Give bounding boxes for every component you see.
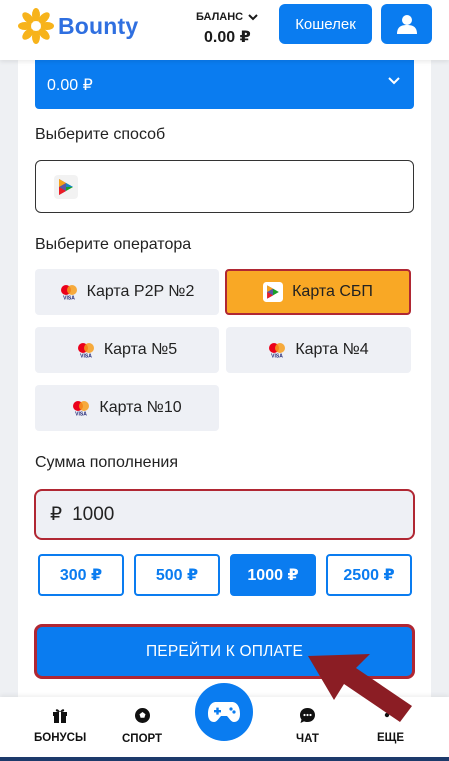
operator-label-text: Карта СБП	[292, 283, 373, 300]
nav-label: ЕЩЕ	[377, 732, 405, 744]
soccer-ball-icon	[134, 708, 150, 723]
gift-icon	[53, 709, 68, 723]
mastercard-visa-icon: VISA	[60, 285, 77, 301]
amount-select[interactable]: 0.00 ₽	[35, 60, 414, 109]
operator-label-text: Карта №5	[103, 341, 178, 358]
method-label: Выберите способ	[35, 126, 166, 143]
svg-text:VISA: VISA	[80, 354, 92, 359]
currency-symbol: ₽	[50, 504, 63, 525]
logo-text: Bounty	[58, 12, 139, 39]
sbp-icon	[263, 282, 284, 302]
operator-label-text: Карта №4	[295, 341, 369, 358]
svg-text:VISA: VISA	[63, 296, 75, 301]
operator-card-p2p-2[interactable]: VISA Карта P2P №2	[35, 269, 219, 315]
mastercard-visa-icon: VISA	[269, 343, 286, 359]
svg-text:VISA: VISA	[76, 412, 88, 417]
nav-games[interactable]	[195, 683, 253, 741]
method-select[interactable]	[35, 160, 414, 213]
nav-sport[interactable]: СПОРТ	[122, 707, 162, 745]
gamepad-icon	[208, 702, 240, 722]
pointer-arrow-icon	[308, 654, 412, 722]
operator-label: Выберите оператора	[35, 236, 192, 253]
amount-select-value: 0.00 ₽	[47, 76, 93, 94]
sum-label: Сумма пополнения	[35, 454, 178, 471]
operator-card-10[interactable]: VISA Карта №10	[35, 385, 219, 431]
chevron-down-icon	[248, 13, 258, 20]
operator-card-5[interactable]: VISA Карта №5	[35, 327, 219, 373]
top-header: Bounty БАЛАНС 0.00 ₽ Кошелек	[0, 0, 449, 60]
sum-input-value: 1000	[72, 503, 115, 525]
operator-label-text: Карта №10	[99, 399, 182, 416]
nav-label: СПОРТ	[122, 733, 163, 745]
nav-label: ЧАТ	[296, 733, 319, 745]
svg-text:VISA: VISA	[271, 354, 283, 359]
balance-label: БАЛАНС	[196, 11, 244, 23]
nav-label: БОНУСЫ	[34, 732, 87, 744]
chevron-down-icon	[388, 77, 400, 85]
operator-card-sbp[interactable]: Карта СБП	[225, 269, 411, 315]
user-icon	[396, 15, 417, 34]
mastercard-visa-icon: VISA	[77, 343, 94, 359]
sun-logo-icon	[18, 8, 54, 44]
deposit-panel	[18, 60, 431, 700]
quick-amount-300[interactable]: 300 ₽	[38, 554, 124, 596]
operator-label-text: Карта P2P №2	[86, 283, 195, 300]
quick-amount-500[interactable]: 500 ₽	[134, 554, 220, 596]
balance-dropdown[interactable]: БАЛАНС 0.00 ₽	[196, 11, 268, 47]
wallet-button[interactable]: Кошелек	[279, 4, 372, 44]
mastercard-visa-icon: VISA	[73, 401, 90, 417]
profile-button[interactable]	[381, 4, 432, 44]
logo[interactable]: Bounty	[18, 8, 138, 44]
nav-bonuses[interactable]: БОНУСЫ	[34, 707, 86, 744]
sbp-icon	[54, 175, 78, 199]
balance-value: 0.00 ₽	[204, 29, 251, 46]
quick-amount-1000[interactable]: 1000 ₽	[230, 554, 316, 596]
bottom-edge-strip	[0, 757, 449, 761]
operator-card-4[interactable]: VISA Карта №4	[226, 327, 411, 373]
sum-input[interactable]: ₽ 1000	[34, 489, 415, 540]
quick-amount-2500[interactable]: 2500 ₽	[326, 554, 412, 596]
